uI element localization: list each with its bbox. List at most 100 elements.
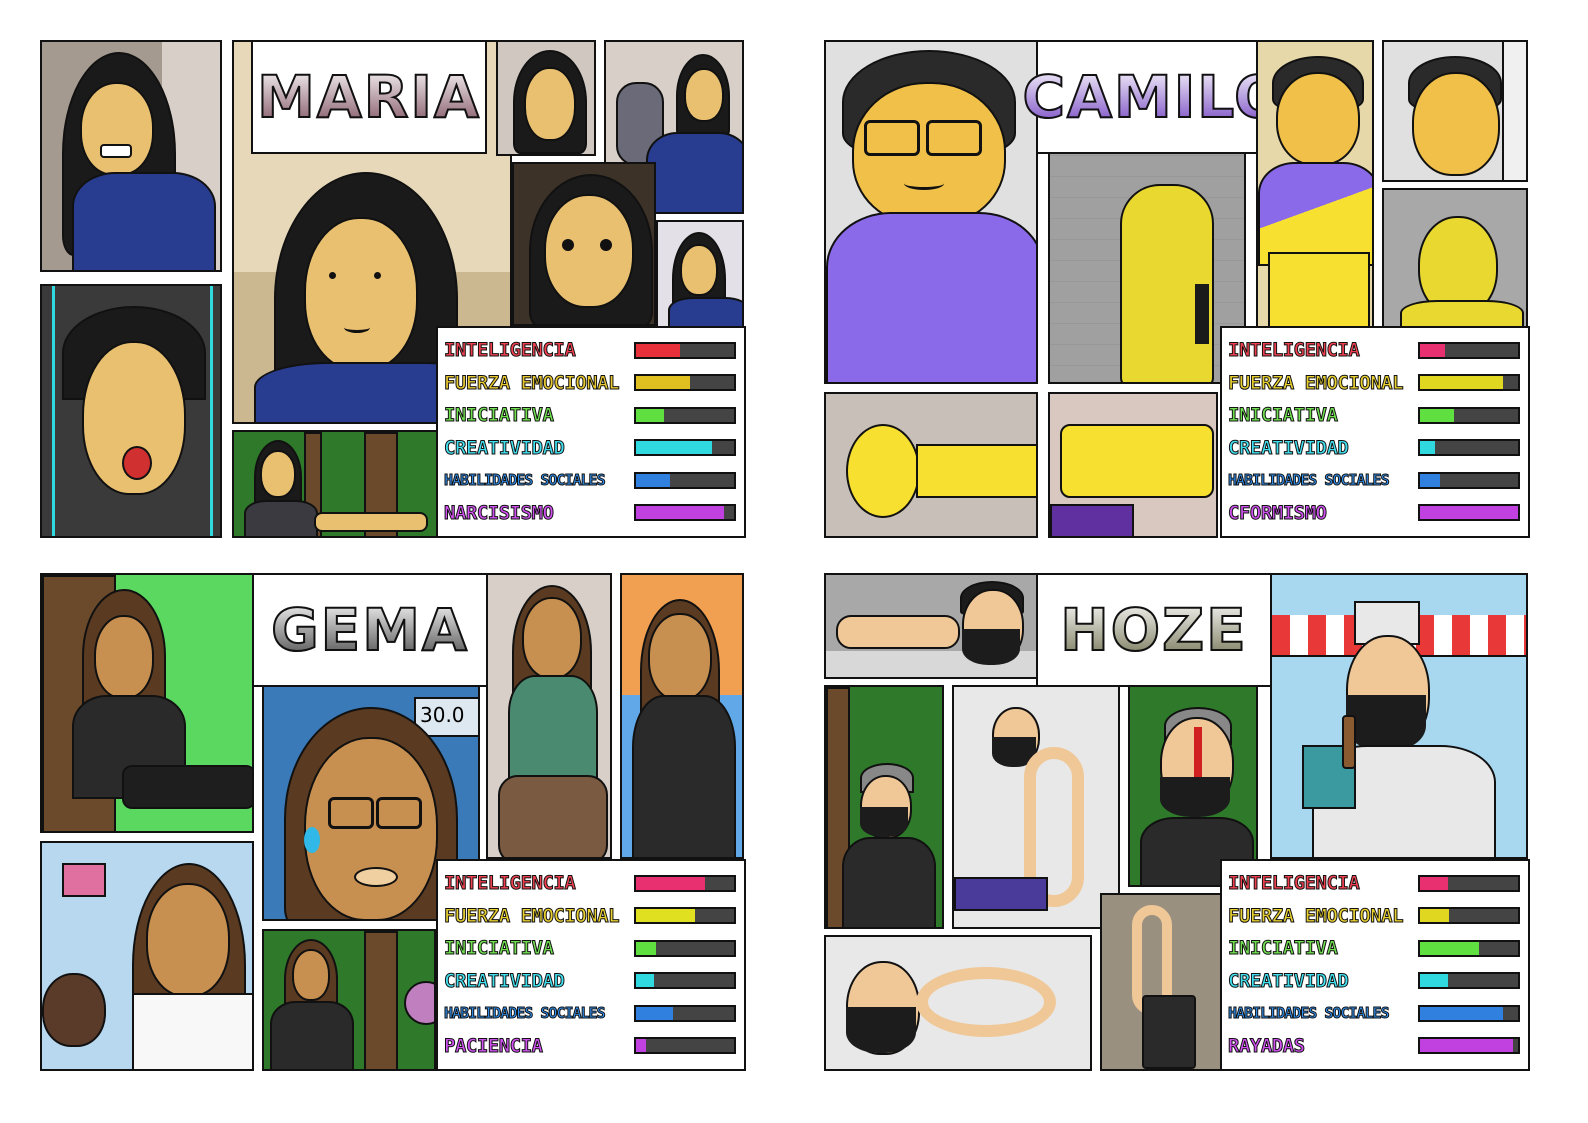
stat-label: CFORMISMO	[1228, 501, 1327, 524]
stat-bar	[634, 471, 736, 489]
stat-label: INTELIGENCIA	[444, 872, 576, 895]
stat-row: PACIENCIA	[444, 1030, 736, 1063]
stat-row: CREATIVIDAD	[444, 432, 736, 465]
stats-panel: INTELIGENCIA FUERZA EMOCIONAL INICIATIVA CR…	[1220, 326, 1530, 538]
card-maria: MARIA INTELIGENCIA FUERZA EMOCIONAL INICIA…	[40, 40, 746, 538]
comic-panel	[512, 162, 656, 326]
stat-bar-fill	[636, 343, 681, 357]
stat-bar-fill	[636, 473, 671, 487]
stat-bar-fill	[636, 1006, 674, 1020]
stat-bar-fill	[1420, 909, 1450, 923]
comic-panel	[262, 929, 436, 1071]
stat-bar	[634, 972, 736, 990]
stat-row: INTELIGENCIA	[444, 334, 736, 367]
stat-label: RAYADAS	[1228, 1034, 1306, 1057]
stat-label: INTELIGENCIA	[1228, 872, 1360, 895]
stat-bar-fill	[1420, 473, 1440, 487]
stat-bar	[634, 406, 736, 424]
stat-bar	[1418, 907, 1520, 925]
character-name: MARIA	[256, 62, 481, 132]
stat-bar	[1418, 874, 1520, 892]
stat-row: INTELIGENCIA	[1228, 867, 1520, 900]
stat-bar-fill	[1420, 506, 1518, 520]
stat-label: NARCISISMO	[444, 501, 554, 524]
comic-panel	[1382, 188, 1528, 328]
comic-panel	[40, 40, 222, 272]
stat-row: FUERZA EMOCIONAL	[1228, 900, 1520, 933]
stat-row: HABILIDADES SOCIALES	[1228, 464, 1520, 497]
stat-row: CFORMISMO	[1228, 497, 1520, 530]
stat-bar	[634, 939, 736, 957]
stat-row: NARCISISMO	[444, 497, 736, 530]
stat-label: FUERZA EMOCIONAL	[1228, 904, 1404, 927]
stat-row: FUERZA EMOCIONAL	[444, 900, 736, 933]
stat-row: INTELIGENCIA	[444, 867, 736, 900]
stat-label: CREATIVIDAD	[1228, 969, 1349, 992]
stat-bar-fill	[1420, 441, 1435, 455]
stat-label: INTELIGENCIA	[1228, 339, 1360, 362]
comic-panel	[1382, 40, 1528, 182]
stat-bar-fill	[1420, 343, 1445, 357]
stat-bar	[634, 374, 736, 392]
stat-bar-fill	[636, 441, 713, 455]
comic-panel	[40, 573, 254, 833]
card-hoze: HOZE INTELIGENCIA FUERZA EMOCIONAL INICI…	[824, 573, 1530, 1071]
comic-panel	[40, 841, 254, 1071]
stat-label: INICIATIVA	[1228, 404, 1338, 427]
stat-bar-fill	[636, 506, 725, 520]
comic-panel	[40, 284, 222, 538]
stat-bar	[1418, 939, 1520, 957]
stat-row: INICIATIVA	[1228, 399, 1520, 432]
stat-bar	[1418, 471, 1520, 489]
stat-label: PACIENCIA	[444, 1034, 543, 1057]
stat-label: INICIATIVA	[444, 937, 554, 960]
stat-bar	[1418, 439, 1520, 457]
character-name-box: MARIA	[251, 40, 487, 154]
character-name: GEMA	[270, 595, 469, 665]
stat-label: FUERZA EMOCIONAL	[444, 904, 620, 927]
card-gema: GEMA 30.0 INTELIGENCIA FUERZA EMOCIONAL IN…	[40, 573, 746, 1071]
stat-bar	[634, 439, 736, 457]
comic-panel	[496, 40, 596, 156]
comic-panel	[1256, 40, 1374, 328]
comic-panel	[620, 573, 744, 859]
stat-label: FUERZA EMOCIONAL	[1228, 371, 1404, 394]
stat-row: CREATIVIDAD	[444, 965, 736, 998]
stat-bar-fill	[1420, 1006, 1504, 1020]
stat-label: INICIATIVA	[444, 404, 554, 427]
stat-bar-fill	[636, 876, 705, 890]
comic-panel	[486, 573, 612, 859]
stat-row: FUERZA EMOCIONAL	[1228, 367, 1520, 400]
stat-bar	[1418, 406, 1520, 424]
stat-row: CREATIVIDAD	[1228, 432, 1520, 465]
comic-panel	[656, 220, 744, 330]
comic-panel	[824, 685, 944, 929]
stat-bar-fill	[1420, 408, 1455, 422]
comic-panel	[952, 685, 1120, 929]
comic-panel	[824, 935, 1092, 1071]
stat-label: FUERZA EMOCIONAL	[444, 371, 620, 394]
comic-panel	[232, 430, 442, 538]
comic-panel	[824, 573, 1038, 679]
stat-row: INICIATIVA	[1228, 932, 1520, 965]
stat-bar	[634, 874, 736, 892]
stat-bar-fill	[636, 974, 654, 988]
stat-row: HABILIDADES SOCIALES	[1228, 997, 1520, 1030]
stat-bar	[634, 1037, 736, 1055]
stat-bar-fill	[636, 376, 690, 390]
stat-label: CREATIVIDAD	[444, 436, 565, 459]
stat-label: HABILIDADES SOCIALES	[444, 1004, 606, 1023]
comic-panel	[1048, 152, 1246, 384]
stat-bar-fill	[1420, 376, 1504, 390]
stat-row: CREATIVIDAD	[1228, 965, 1520, 998]
stat-row: HABILIDADES SOCIALES	[444, 997, 736, 1030]
stat-label: CREATIVIDAD	[1228, 436, 1349, 459]
stat-row: INICIATIVA	[444, 399, 736, 432]
comic-panel	[1048, 392, 1218, 538]
stats-panel: INTELIGENCIA FUERZA EMOCIONAL INICIATIVA CR…	[1220, 859, 1530, 1071]
stat-bar-fill	[1420, 974, 1448, 988]
stat-bar	[1418, 341, 1520, 359]
comic-panel	[1100, 893, 1230, 1071]
character-name: HOZE	[1059, 595, 1248, 665]
stats-panel: INTELIGENCIA FUERZA EMOCIONAL INICIATIVA CR…	[436, 859, 746, 1071]
